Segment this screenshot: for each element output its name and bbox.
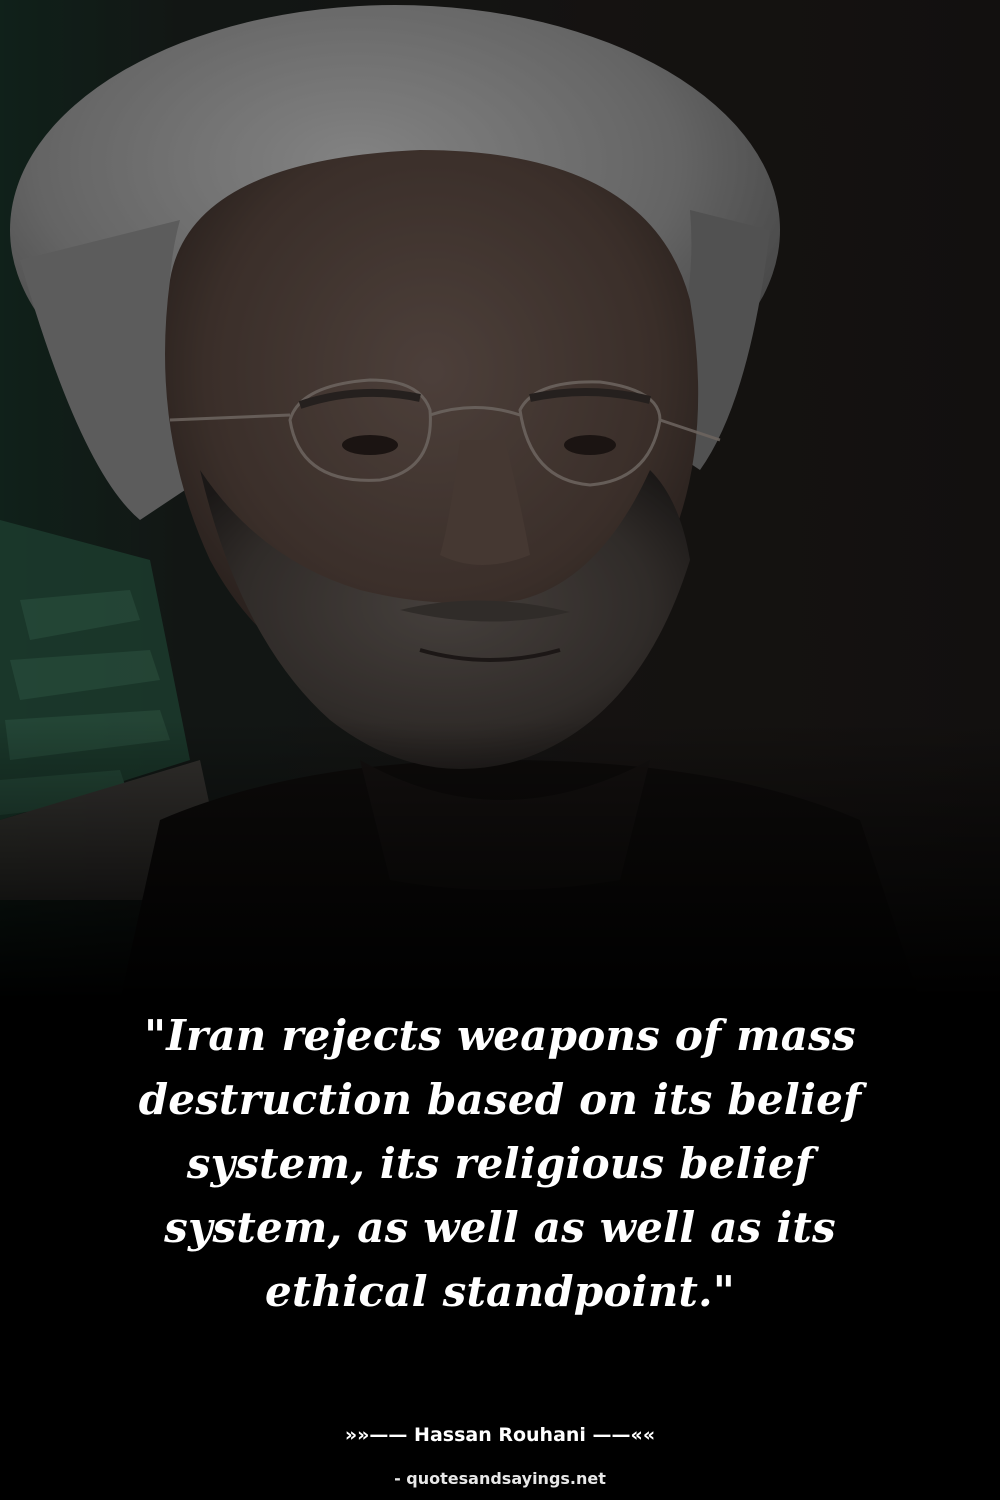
quote-line: ethical standpoint." <box>265 1267 735 1316</box>
quote-line: destruction based on its belief <box>138 1075 862 1124</box>
quote-text: "Iran rejects weapons of mass destructio… <box>60 1004 940 1324</box>
quote-line: "Iran rejects weapons of mass <box>144 1011 856 1060</box>
quote-author: »»—— Hassan Rouhani ——«« <box>344 1424 656 1446</box>
quote-poster: "Iran rejects weapons of mass destructio… <box>0 0 1000 1500</box>
quote-line: system, its religious belief <box>186 1139 814 1188</box>
quote-line: system, as well as well as its <box>164 1203 836 1252</box>
portrait-photo <box>0 0 1000 1000</box>
source-watermark: - quotesandsayings.net <box>394 1469 606 1488</box>
